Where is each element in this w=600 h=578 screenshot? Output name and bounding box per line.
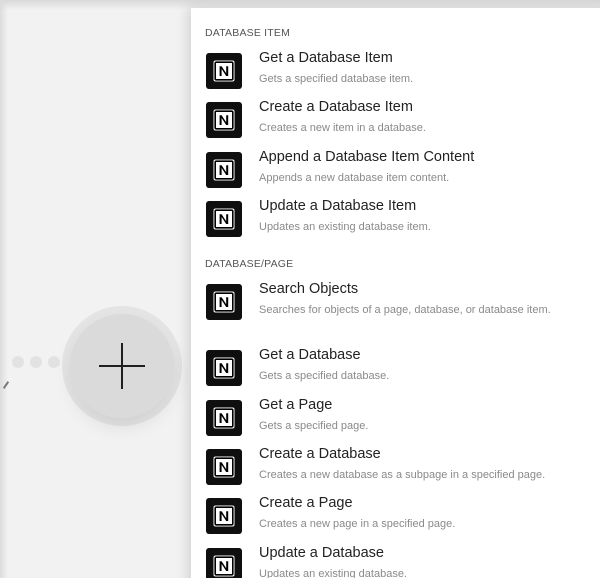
notion-icon — [206, 53, 242, 89]
notion-icon — [206, 152, 242, 188]
module-title: Get a Database — [259, 347, 361, 363]
module-description: Creates a new database as a subpage in a… — [259, 469, 546, 481]
module-title: Update a Database — [259, 545, 384, 561]
add-module-button[interactable] — [70, 314, 174, 418]
module-description: Creates a new item in a database. — [259, 122, 426, 134]
module-description: Searches for objects of a page, database… — [259, 304, 551, 316]
module-description: Gets a specified page. — [259, 420, 369, 432]
module-title: Create a Database Item — [259, 99, 413, 115]
module-description: Appends a new database item content. — [259, 172, 450, 184]
connector-dot — [12, 356, 24, 368]
notion-icon — [206, 284, 242, 320]
connector-dot — [48, 356, 60, 368]
module-description: Gets a specified database. — [259, 370, 390, 382]
module-description: Gets a specified database item. — [259, 73, 414, 85]
scenario-canvas[interactable]: DATABASE ITEM Get a Database Item Gets a… — [0, 0, 600, 578]
notion-icon — [206, 201, 242, 237]
section-header-database-item: DATABASE ITEM — [205, 27, 291, 39]
module-title: Update a Database Item — [259, 198, 417, 214]
module-title: Search Objects — [259, 281, 359, 297]
module-description: Creates a new page in a specified page. — [259, 518, 456, 530]
module-picker-panel[interactable]: DATABASE ITEM Get a Database Item Gets a… — [191, 8, 600, 578]
module-title: Get a Database Item — [259, 50, 393, 66]
notion-icon — [206, 548, 242, 578]
notion-icon — [206, 102, 242, 138]
module-description: Updates an existing database item. — [259, 221, 431, 233]
notion-icon — [206, 350, 242, 386]
module-title: Create a Page — [259, 495, 353, 511]
notion-icon — [206, 498, 242, 534]
module-title: Get a Page — [259, 397, 333, 413]
connector-dot — [30, 356, 42, 368]
module-title: Create a Database — [259, 446, 381, 462]
notion-icon — [206, 400, 242, 436]
module-title: Append a Database Item Content — [259, 149, 475, 165]
section-header-database-page: DATABASE/PAGE — [205, 258, 294, 270]
module-description: Updates an existing database. — [259, 568, 407, 578]
canvas-left-shadow — [0, 0, 8, 578]
notion-icon — [206, 449, 242, 485]
